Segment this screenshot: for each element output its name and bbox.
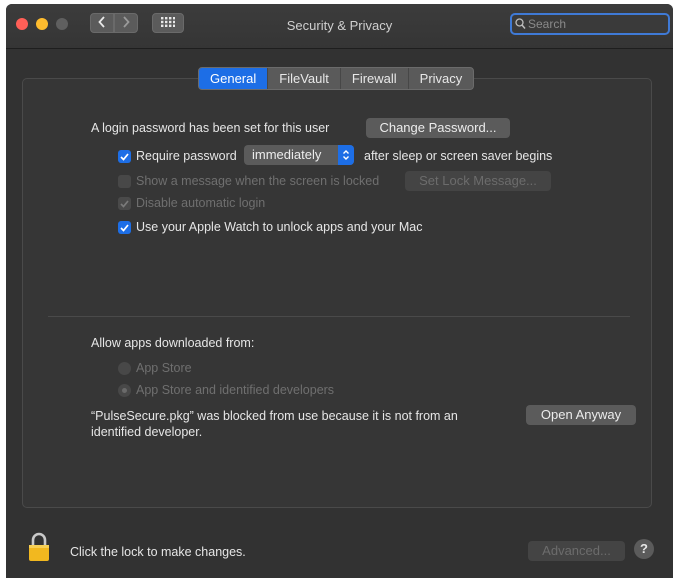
search-input[interactable] [528, 16, 658, 32]
apple-watch-label: Use your Apple Watch to unlock apps and … [136, 220, 423, 234]
disable-auto-login-label: Disable automatic login [136, 196, 266, 210]
chevron-updown-icon [338, 145, 354, 165]
search-icon [515, 18, 526, 33]
apple-watch-checkbox[interactable] [118, 221, 131, 234]
show-message-label: Show a message when the screen is locked [136, 174, 380, 188]
select-value: immediately [252, 147, 322, 162]
radio-app-store-label: App Store [136, 361, 192, 375]
show-message-checkbox[interactable] [118, 175, 131, 188]
allow-apps-heading: Allow apps downloaded from: [91, 336, 255, 350]
blocked-message-line2: identified developer. [91, 425, 203, 439]
help-button[interactable]: ? [634, 539, 654, 559]
change-password-button[interactable]: Change Password... [366, 118, 510, 138]
advanced-button[interactable]: Advanced... [528, 541, 625, 561]
set-lock-message-button[interactable]: Set Lock Message... [405, 171, 551, 191]
title-bar: Security & Privacy [6, 4, 673, 49]
checkmark-icon [120, 150, 129, 164]
tab-firewall[interactable]: Firewall [339, 68, 408, 89]
checkmark-icon [120, 221, 129, 235]
radio-app-store[interactable] [118, 362, 131, 375]
tab-general[interactable]: General [199, 68, 268, 89]
tab-filevault[interactable]: FileVault [267, 68, 340, 89]
checkmark-icon [120, 197, 129, 211]
open-anyway-button[interactable]: Open Anyway [526, 405, 636, 425]
login-password-text: A login password has been set for this u… [91, 121, 330, 135]
require-password-checkbox[interactable] [118, 150, 131, 163]
tab-bar: General FileVault Firewall Privacy [198, 67, 475, 90]
blocked-message-line1: “PulseSecure.pkg” was blocked from use b… [91, 409, 458, 423]
require-password-label: Require password [136, 149, 237, 163]
section-divider [48, 316, 630, 317]
radio-app-store-identified[interactable] [118, 384, 131, 397]
require-password-delay-select[interactable]: immediately [244, 145, 354, 165]
disable-auto-login-checkbox[interactable] [118, 197, 131, 210]
radio-app-store-identified-label: App Store and identified developers [136, 383, 335, 397]
tab-content-panel [22, 78, 652, 508]
tab-privacy[interactable]: Privacy [407, 68, 474, 89]
lock-icon[interactable] [28, 532, 50, 565]
require-password-suffix: after sleep or screen saver begins [364, 149, 553, 163]
search-field[interactable] [510, 13, 670, 35]
lock-status-text: Click the lock to make changes. [70, 545, 246, 559]
